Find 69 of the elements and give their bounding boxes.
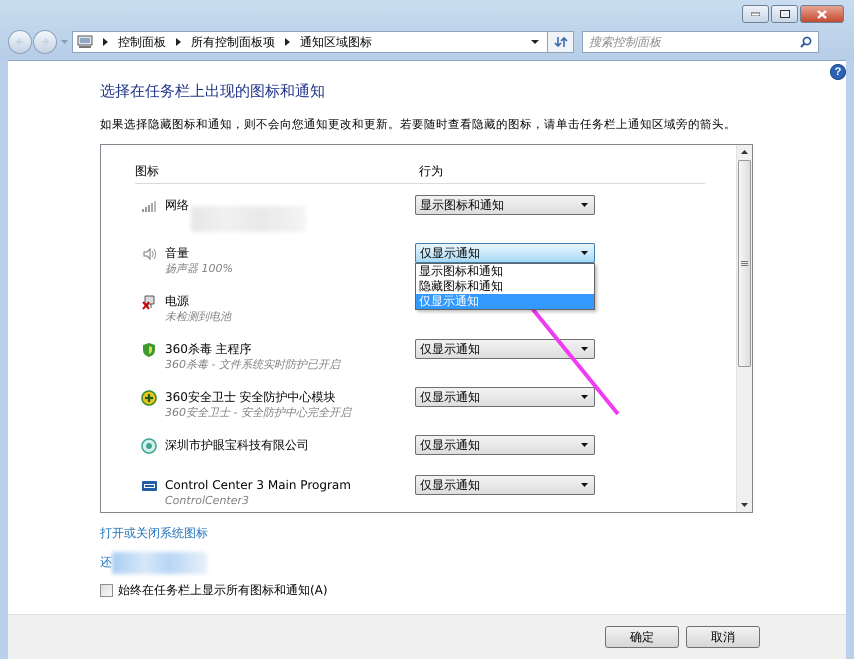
page-heading: 选择在任务栏上出现的图标和通知 [100,82,326,101]
app-name: 网络 [165,197,190,213]
close-button[interactable] [800,5,844,23]
minimize-button[interactable] [742,5,769,23]
scroll-thumb[interactable] [738,160,751,367]
address-bar[interactable]: 控制面板 所有控制面板项 通知区域图标 [72,31,548,53]
app-name: 360安全卫士 安全防护中心模块 [165,389,337,405]
column-header: 图标 [135,163,160,180]
breadcrumb-item[interactable]: 控制面板 [118,34,166,50]
computer-icon [77,35,93,49]
maximize-icon [780,10,790,18]
eye-icon [141,438,158,454]
breadcrumb-item[interactable]: 通知区域图标 [300,34,372,50]
dropdown-caret-icon [581,443,588,447]
search-icon[interactable] [800,36,812,48]
speaker-icon [141,246,158,262]
behavior-dropdown[interactable]: 仅显示通知 [415,243,595,263]
refresh-icon [554,36,568,48]
scrollbar[interactable] [736,145,752,512]
shield-icon [141,342,158,358]
description-text: 如果选择隐藏图标和通知，则不会向您通知更改和更新。若要随时查看隐藏的图标，请单击任务栏上通知区域旁的箭头。 [100,117,737,132]
app-status: 360杀毒 - 文件系统实时防护已开启 [165,357,342,372]
app-status: 扬声器 100% [165,261,234,276]
app-status: 未检测到电池 [165,309,233,324]
minimize-icon [751,12,760,16]
breadcrumb-item[interactable]: 所有控制面板项 [191,34,275,50]
chevron-right-icon [103,38,108,46]
close-icon [817,10,827,18]
card-icon [141,478,158,494]
behavior-dropdown[interactable]: 显示图标和通知 [415,195,595,215]
link[interactable]: 打开或关闭系统图标 [100,525,208,542]
signal-bars-icon [141,198,158,214]
search-field[interactable]: 搜索控制面板 [582,31,819,53]
app-name: 音量 [165,245,190,261]
dropdown-caret-icon [581,347,588,351]
refresh-button[interactable] [548,31,574,53]
scroll-down-icon[interactable] [741,503,748,507]
grip-icon [741,261,748,266]
dropdown-caret-icon [581,483,588,487]
dropdown-option[interactable]: 隐藏图标和通知 [416,279,594,294]
dropdown-option[interactable]: 显示图标和通知 [416,264,594,279]
app-status: ControlCenter3 [165,493,250,508]
chevron-right-icon [285,38,290,46]
app-name: 360杀毒 主程序 [165,341,253,357]
app-status: 360安全卫士 - 安全防护中心完全开启 [165,405,353,420]
checkbox[interactable] [100,584,113,597]
dropdown-caret-icon [581,251,588,255]
cancel-button[interactable]: 取消 [686,626,760,648]
checkbox-label[interactable]: 始终在任务栏上显示所有图标和通知(A) [118,582,328,599]
dropdown-caret-icon [581,203,588,207]
scroll-up-icon[interactable] [741,150,748,154]
app-name: Control Center 3 Main Program [165,477,352,493]
dropdown-caret-icon [581,395,588,399]
plus-circle-icon [141,390,158,406]
link[interactable]: 还 [100,554,112,571]
back-arrow-icon [15,37,25,47]
behavior-dropdown[interactable]: 仅显示通知 [415,475,595,495]
behavior-dropdown[interactable]: 仅显示通知 [415,435,595,455]
behavior-dropdown[interactable]: 仅显示通知 [415,339,595,359]
ok-button[interactable]: 确定 [605,626,679,648]
chevron-right-icon [176,38,181,46]
behavior-dropdown[interactable]: 仅显示通知 [415,387,595,407]
maximize-button[interactable] [771,5,798,23]
app-name: 深圳市护眼宝科技有限公司 [165,437,310,453]
column-header: 行为 [419,163,443,180]
help-button[interactable]: ? [830,64,846,80]
forward-arrow-icon [40,37,50,47]
dropdown-caret-icon[interactable] [531,40,539,44]
app-name: 电源 [165,293,190,309]
